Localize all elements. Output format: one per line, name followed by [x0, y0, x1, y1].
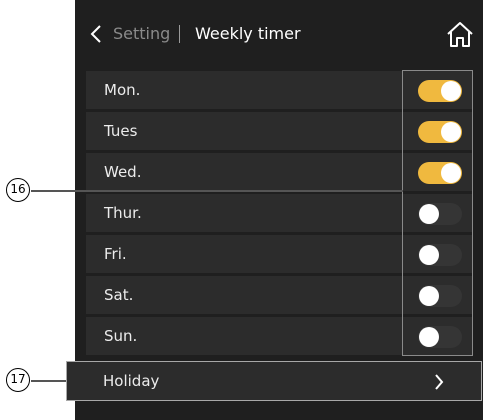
- day-toggle-switch[interactable]: [418, 244, 462, 266]
- page-title: Weekly timer: [195, 24, 301, 43]
- holiday-row[interactable]: Holiday: [66, 361, 482, 401]
- toggle-knob: [419, 327, 439, 347]
- day-row: Sat.: [86, 276, 473, 314]
- header-bar: Setting Weekly timer: [75, 0, 483, 68]
- day-toggle-switch[interactable]: [418, 285, 462, 307]
- day-row: Sun.: [86, 317, 473, 355]
- day-row: Thur.: [86, 194, 473, 232]
- callout-line-17: [31, 380, 66, 382]
- day-row: Wed.: [86, 153, 473, 191]
- day-toggle-switch[interactable]: [418, 326, 462, 348]
- day-label: Sun.: [104, 327, 138, 345]
- chevron-right-icon: [435, 374, 444, 390]
- toggle-knob: [441, 122, 461, 142]
- breadcrumb-setting[interactable]: Setting: [113, 24, 170, 44]
- toggle-knob: [441, 81, 461, 101]
- callout-number-17: 17: [6, 368, 30, 392]
- day-row: Fri.: [86, 235, 473, 273]
- toggle-knob: [419, 245, 439, 265]
- callout-number-16: 16: [6, 178, 30, 202]
- callout-line-16: [31, 190, 403, 192]
- day-label: Tues: [104, 122, 138, 140]
- toggle-knob: [419, 286, 439, 306]
- day-label: Sat.: [104, 286, 134, 304]
- day-label: Mon.: [104, 81, 141, 99]
- day-toggle-switch[interactable]: [418, 203, 462, 225]
- back-icon[interactable]: [89, 24, 103, 44]
- day-row: Tues: [86, 112, 473, 150]
- day-label: Thur.: [104, 204, 142, 222]
- day-label: Fri.: [104, 245, 127, 263]
- toggle-knob: [441, 163, 461, 183]
- day-row: Mon.: [86, 71, 473, 109]
- weekly-timer-screen: Setting Weekly timer Mon. Tues Wed. Thur. Fr…: [66, 0, 483, 420]
- day-toggle-switch[interactable]: [418, 162, 462, 184]
- day-label: Wed.: [104, 163, 142, 181]
- day-toggle-switch[interactable]: [418, 80, 462, 102]
- breadcrumb-separator: [179, 25, 180, 43]
- toggle-knob: [419, 204, 439, 224]
- home-icon[interactable]: [445, 20, 475, 50]
- day-toggle-switch[interactable]: [418, 121, 462, 143]
- holiday-label: Holiday: [103, 372, 160, 390]
